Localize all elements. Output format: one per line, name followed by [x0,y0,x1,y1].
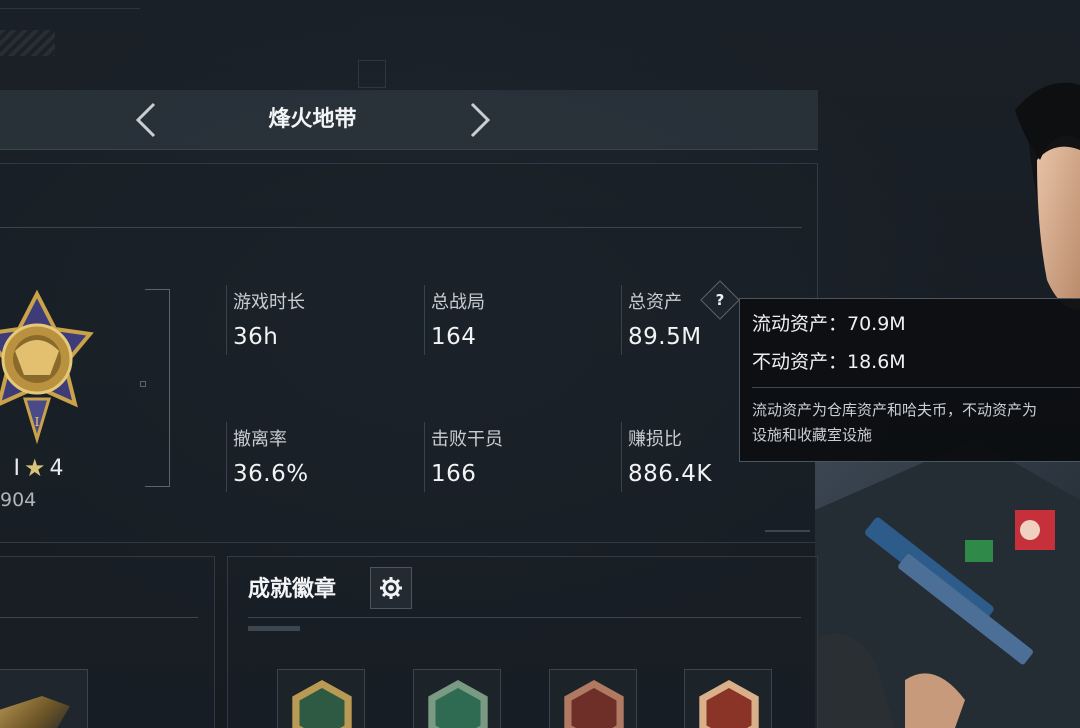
achievement-badge[interactable] [684,669,772,728]
stat-total-assets: 总资产 89.5M [628,288,702,350]
stat-separator [226,285,227,355]
stat-value: 886.4K [628,461,712,487]
decorative-bar [248,626,300,631]
stat-value: 164 [431,324,477,350]
item-thumbnail[interactable] [0,669,88,728]
stat-total-matches: 总战局 164 [431,288,485,350]
stat-label: 撤离率 [233,429,287,450]
stat-label: 赚损比 [628,429,682,450]
stat-value: 166 [431,461,477,487]
achievements-title: 成就徽章 [248,577,337,602]
decorative-corner [765,522,810,532]
stat-value: 36.6% [233,461,309,487]
fixed-assets: 不动资产：18.6M [752,351,906,373]
rank-name-text: I [13,455,21,481]
achievement-badge[interactable] [277,669,365,728]
question-icon: ? [715,291,725,309]
next-mode-button[interactable] [460,100,500,140]
assets-description-line: 设施和收藏室设施 [752,426,873,444]
stat-value: 89.5M [628,324,702,350]
mode-title: 烽火地带 [268,107,357,132]
star-icon: ★ [24,454,46,482]
assets-tooltip: 流动资产：70.9M 不动资产：18.6M 流动资产为仓库资产和哈夫币，不动资产… [739,298,1080,462]
rank-score: 904 [0,489,37,511]
divider [0,227,802,228]
helicopter-icon [0,696,70,728]
stat-label: 击败干员 [431,429,503,450]
rank-name: I ★ 4 [0,454,64,482]
chevron-right-icon [470,102,491,138]
stat-separator [424,422,425,492]
gear-icon [380,577,402,599]
stat-operators-defeated: 击败干员 166 [431,425,503,487]
stat-separator [226,422,227,492]
stat-playtime: 游戏时长 36h [233,288,305,350]
rank-frame-notch [140,381,146,387]
stat-label: 游戏时长 [233,292,305,313]
stat-extraction-rate: 撤离率 36.6% [233,425,309,487]
stat-separator [621,285,622,355]
assets-description-line: 流动资产为仓库资产和哈夫币，不动资产为 [752,401,1038,419]
divider [0,617,198,618]
divider [248,617,801,618]
svg-text:I: I [35,415,40,429]
assets-description: 流动资产为仓库资产和哈夫币，不动资产为 设施和收藏室设施 [752,398,1080,448]
chevron-left-icon [135,102,156,138]
mode-header: 烽火地带 [0,90,818,150]
achievements-settings-button[interactable] [370,567,412,609]
left-lower-panel [0,556,215,728]
achievement-badge[interactable] [413,669,501,728]
stat-separator [621,422,622,492]
rank-stars: 4 [49,455,64,481]
decorative-line [0,8,140,9]
stat-label: 总战局 [431,292,485,313]
achievement-badge[interactable] [549,669,637,728]
decorative-square [358,60,386,88]
stat-separator [424,285,425,355]
rank-medal-icon: I [0,289,94,445]
prev-mode-button[interactable] [126,100,166,140]
achievements-panel: 成就徽章 [227,556,818,728]
stat-label: 总资产 [628,292,682,313]
rank-frame [145,289,170,487]
decorative-stripes [0,30,55,56]
divider [752,387,1080,388]
liquid-assets: 流动资产：70.9M [752,313,906,335]
stat-value: 36h [233,324,279,350]
stat-profit-ratio: 赚损比 886.4K [628,425,712,487]
